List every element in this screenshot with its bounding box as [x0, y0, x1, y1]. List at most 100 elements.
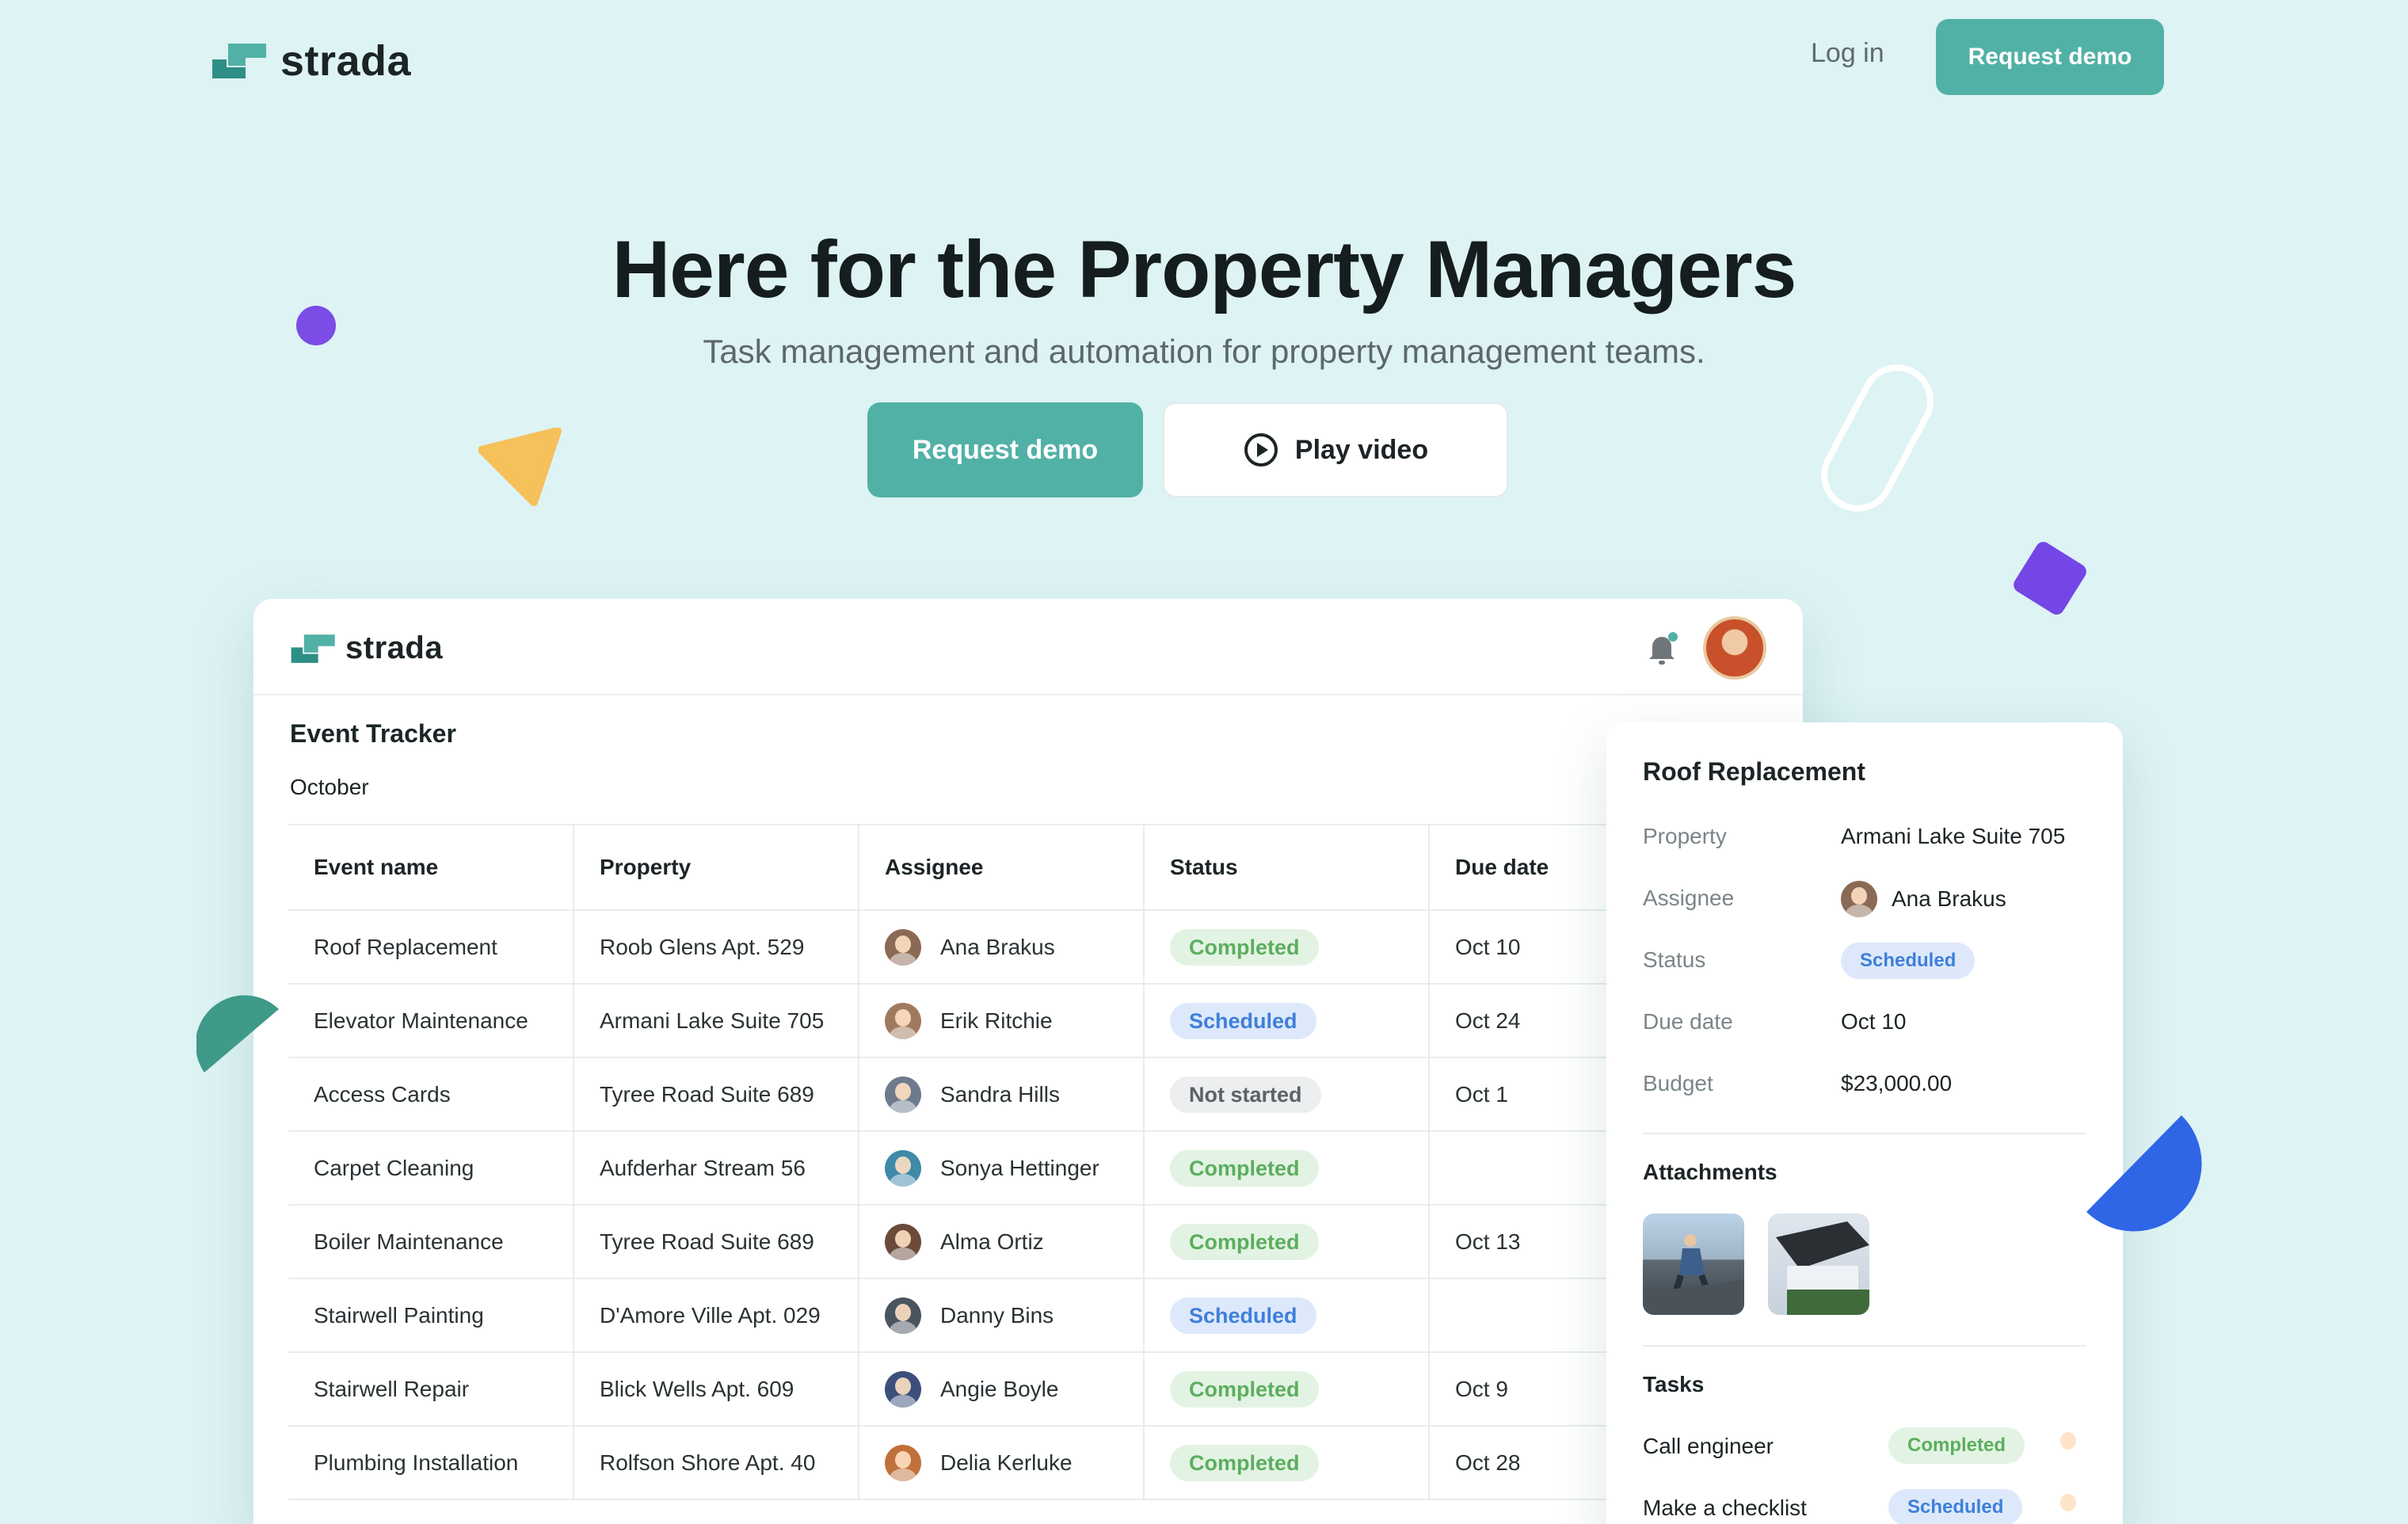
column-header-status[interactable]: Status — [1143, 824, 1429, 911]
brand-logo[interactable]: strada — [211, 36, 411, 86]
assignee-name: Danny Bins — [940, 1302, 1054, 1328]
task-label[interactable]: Call engineer — [1643, 1434, 1774, 1459]
assignee-cell: Ana Brakus — [858, 910, 1144, 985]
task-status-badge[interactable]: Completed — [1888, 1427, 2025, 1464]
play-video-button[interactable]: Play video — [1163, 402, 1508, 497]
event-name-cell[interactable]: Stairwell Repair — [288, 1352, 573, 1427]
detail-label-due-date: Due date — [1643, 1009, 1733, 1034]
status-badge[interactable]: Completed — [1170, 1223, 1319, 1260]
status-cell: Completed — [1143, 1205, 1429, 1279]
table-row[interactable]: Plumbing Installation Rolfson Shore Apt. … — [288, 1426, 1667, 1500]
strada-logo-icon — [212, 44, 266, 78]
assignee-name: Sonya Hettinger — [940, 1155, 1099, 1180]
divider — [1643, 1345, 2086, 1347]
property-cell: Tyree Road Suite 689 — [573, 1205, 859, 1279]
status-badge[interactable]: Scheduled — [1170, 1297, 1316, 1334]
table-row[interactable]: Stairwell Repair Blick Wells Apt. 609 Angi… — [288, 1352, 1667, 1427]
app-preview-window: strada Event Tracker October Event name … — [253, 599, 1803, 1524]
detail-assignee-name: Ana Brakus — [1892, 886, 2006, 911]
property-cell: Tyree Road Suite 689 — [573, 1057, 859, 1132]
attachments-title: Attachments — [1643, 1160, 1777, 1184]
event-name-cell[interactable]: Elevator Maintenance — [288, 984, 573, 1058]
assignee-cell: Sandra Hills — [858, 1057, 1144, 1132]
outline-capsule-decoration — [1821, 364, 1934, 512]
assignee-name: Alma Ortiz — [940, 1229, 1044, 1254]
status-badge[interactable]: Not started — [1170, 1076, 1321, 1113]
status-badge[interactable]: Completed — [1170, 1444, 1319, 1481]
detail-value-budget: $23,000.00 — [1841, 1071, 1953, 1095]
app-brand-logo[interactable]: strada — [290, 631, 443, 666]
strada-logo-icon — [291, 634, 335, 663]
play-video-label: Play video — [1294, 434, 1429, 465]
status-cell: Completed — [1143, 1426, 1429, 1500]
table-row[interactable]: Stairwell Painting D'Amore Ville Apt. 029… — [288, 1278, 1667, 1353]
status-badge[interactable]: Completed — [1170, 1370, 1319, 1408]
assignee: Ana Brakus — [885, 928, 1143, 966]
detail-value-status[interactable]: Scheduled — [1841, 943, 1976, 979]
assignee-name: Angie Boyle — [940, 1376, 1059, 1401]
attachment-roof-worker-image[interactable] — [1643, 1213, 1744, 1315]
app-header: strada — [253, 599, 1803, 695]
assignee-avatar — [885, 1297, 921, 1334]
status-cell: Completed — [1143, 910, 1429, 985]
property-cell: Roob Glens Apt. 529 — [573, 910, 859, 985]
status-cell: Not started — [1143, 1057, 1429, 1132]
detail-value-due-date: Oct 10 — [1841, 1009, 1907, 1034]
property-cell: Aufderhar Stream 56 — [573, 1131, 859, 1206]
table-header-row: Event name Property Assignee Status Due … — [288, 824, 1667, 911]
status-badge[interactable]: Completed — [1170, 928, 1319, 966]
event-name-cell[interactable]: Plumbing Installation — [288, 1426, 573, 1500]
assignee-cell: Alma Ortiz — [858, 1205, 1144, 1279]
assignee-avatar — [885, 1370, 921, 1408]
brand-name: strada — [280, 37, 412, 85]
event-name-cell[interactable]: Stairwell Painting — [288, 1278, 573, 1353]
table-row[interactable]: Roof Replacement Roob Glens Apt. 529 Ana B… — [288, 910, 1667, 985]
assignee: Alma Ortiz — [885, 1223, 1143, 1260]
assignee: Sonya Hettinger — [885, 1149, 1143, 1187]
blue-half-circle-decoration — [2086, 1115, 2202, 1232]
event-name-cell[interactable]: Access Cards — [288, 1057, 573, 1132]
assignee-name: Delia Kerluke — [940, 1450, 1073, 1475]
bell-icon[interactable] — [1644, 629, 1679, 667]
status-badge[interactable]: Completed — [1170, 1149, 1319, 1187]
event-name-cell[interactable]: Roof Replacement — [288, 910, 573, 985]
tasks-title: Tasks — [1643, 1372, 1705, 1396]
column-header-property[interactable]: Property — [573, 824, 859, 911]
hero-title: Here for the Property Managers — [612, 224, 1797, 314]
user-avatar[interactable] — [1703, 616, 1766, 680]
table-row[interactable]: Elevator Maintenance Armani Lake Suite 70… — [288, 984, 1667, 1058]
detail-label-assignee: Assignee — [1643, 886, 1735, 910]
nav-request-demo-button[interactable]: Request demo — [1936, 19, 2164, 95]
table-row[interactable]: Carpet Cleaning Aufderhar Stream 56 Sonya … — [288, 1131, 1667, 1206]
assignee-avatar — [885, 1149, 921, 1187]
event-name-cell[interactable]: Carpet Cleaning — [288, 1131, 573, 1206]
detail-value-assignee[interactable]: Ana Brakus — [1841, 881, 2006, 917]
teal-half-circle-decoration — [196, 995, 279, 1073]
assignee: Angie Boyle — [885, 1370, 1143, 1408]
event-name-cell[interactable]: Boiler Maintenance — [288, 1205, 573, 1279]
login-link[interactable]: Log in — [1811, 38, 1884, 69]
hero-request-demo-button[interactable]: Request demo — [867, 402, 1143, 497]
task-label[interactable]: Make a checklist — [1643, 1495, 1807, 1521]
event-tracker-title: Event Tracker — [290, 719, 456, 748]
property-cell: D'Amore Ville Apt. 029 — [573, 1278, 859, 1353]
violet-diamond-decoration — [2010, 539, 2090, 618]
assignee-avatar — [885, 1076, 921, 1113]
column-header-event-name[interactable]: Event name — [288, 824, 573, 911]
status-cell: Completed — [1143, 1352, 1429, 1427]
status-badge[interactable]: Scheduled — [1170, 1002, 1316, 1039]
status-badge: Scheduled — [1841, 943, 1976, 979]
task-status-badge[interactable]: Scheduled — [1888, 1489, 2023, 1524]
table-row[interactable]: Access Cards Tyree Road Suite 689 Sandra H… — [288, 1057, 1667, 1132]
detail-value-property: Armani Lake Suite 705 — [1841, 824, 2066, 848]
attachment-house-roof-image[interactable] — [1768, 1213, 1869, 1315]
assignee-name: Ana Brakus — [940, 934, 1055, 959]
assignee-avatar — [885, 1444, 921, 1481]
assignee-avatar — [885, 1223, 921, 1260]
table-row[interactable]: Boiler Maintenance Tyree Road Suite 689 Al… — [288, 1205, 1667, 1279]
assignee: Sandra Hills — [885, 1076, 1143, 1113]
roof-worker-image — [1643, 1234, 1744, 1315]
column-header-assignee[interactable]: Assignee — [858, 824, 1144, 911]
status-cell: Completed — [1143, 1131, 1429, 1206]
property-cell: Armani Lake Suite 705 — [573, 984, 859, 1058]
